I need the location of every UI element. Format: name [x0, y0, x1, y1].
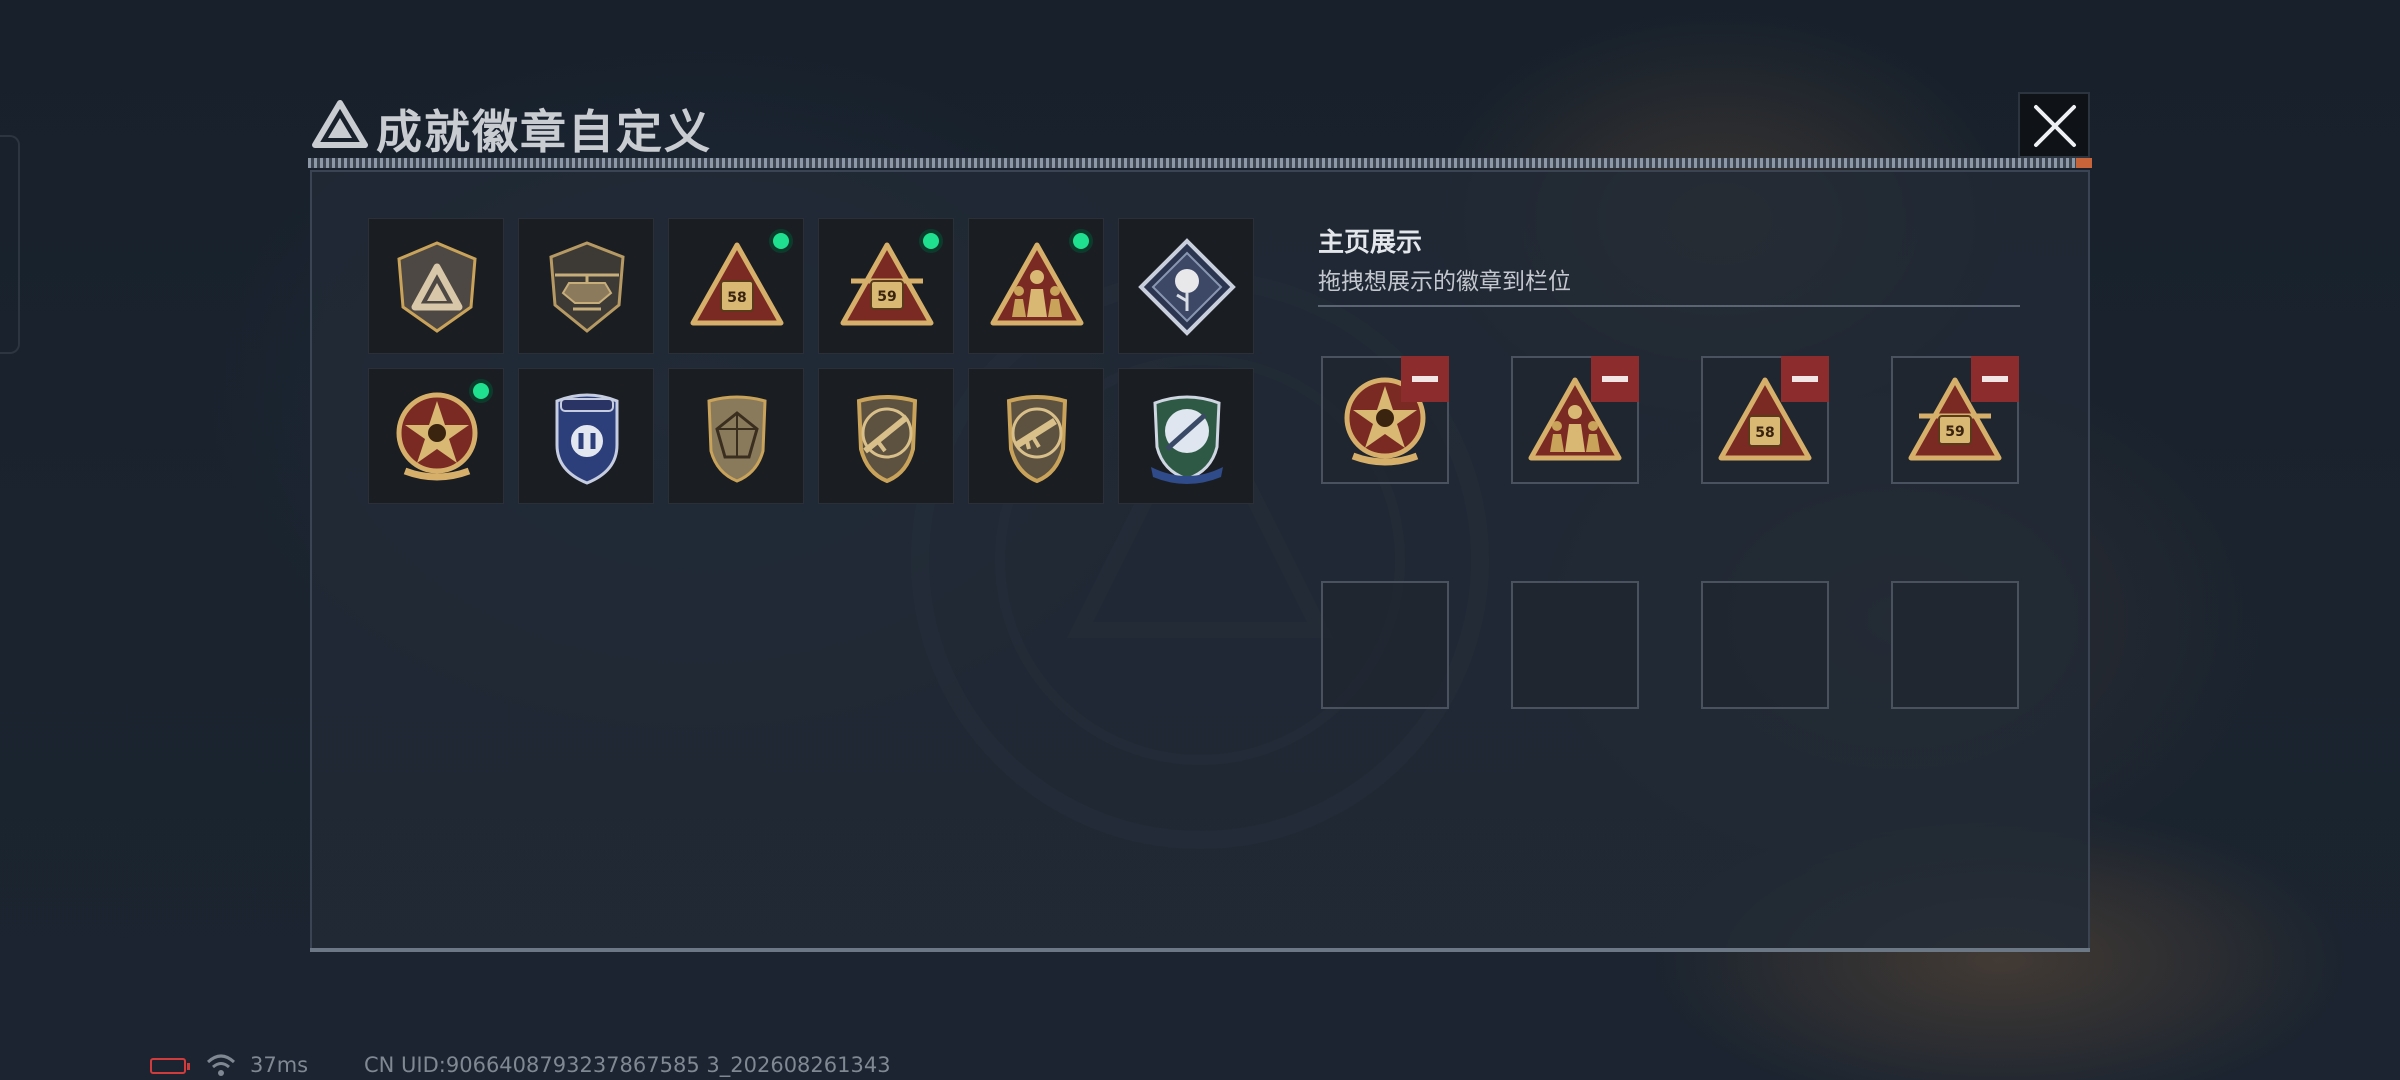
- svg-text:59: 59: [877, 289, 896, 305]
- truck-58-triangle-badge-icon: 58: [690, 242, 784, 326]
- battery-icon: [150, 1058, 190, 1074]
- new-indicator-dot: [469, 379, 493, 403]
- svg-text:58: 58: [727, 290, 746, 306]
- badge-cell[interactable]: [1118, 368, 1254, 504]
- soldiers-triangle-badge-icon: [990, 242, 1084, 326]
- dialog-header: 成就徽章自定义: [300, 92, 2100, 159]
- blue-police-shield-badge-icon: [555, 393, 619, 485]
- remove-badge-button[interactable]: [1591, 356, 1639, 402]
- svg-text:59: 59: [1945, 424, 1964, 440]
- empty-showcase-slot[interactable]: [1321, 581, 1449, 709]
- badge-cell[interactable]: [968, 218, 1104, 354]
- badge-cell[interactable]: [1118, 218, 1254, 354]
- badge-cell[interactable]: [368, 368, 504, 504]
- new-indicator-dot: [1069, 229, 1093, 253]
- rifle-shield-badge-icon: [856, 395, 918, 484]
- badge-cell[interactable]: [518, 368, 654, 504]
- showcase-slots: 58 59: [1321, 356, 2019, 709]
- empty-showcase-slot[interactable]: [1701, 581, 1829, 709]
- panel-bottom-border: [310, 948, 2090, 952]
- smg-shield-badge-icon: [1006, 395, 1068, 484]
- dialog-title: 成就徽章自定义: [376, 105, 712, 159]
- new-indicator-dot: [919, 229, 943, 253]
- svg-text:58: 58: [1755, 425, 1774, 441]
- empty-showcase-slot[interactable]: [1511, 581, 1639, 709]
- close-icon[interactable]: [2032, 103, 2078, 149]
- showcase-divider: [1318, 305, 2020, 307]
- remove-badge-button[interactable]: [1971, 356, 2019, 402]
- badge-cell[interactable]: [818, 368, 954, 504]
- skull-star-medal-badge-icon: [396, 392, 478, 481]
- ping-readout: 37ms: [250, 1053, 309, 1077]
- user-uid: CN UID:9066408793237867585 3_20260826134…: [364, 1053, 891, 1077]
- rose-diamond-badge-icon: [1138, 238, 1236, 336]
- showcase-subtitle: 拖拽想展示的徽章到栏位: [1318, 269, 1571, 295]
- badge-cell[interactable]: 59: [818, 218, 954, 354]
- badge-cell[interactable]: 58: [668, 218, 804, 354]
- remove-badge-button[interactable]: [1781, 356, 1829, 402]
- showcase-slot[interactable]: [1511, 356, 1639, 484]
- triangle-shield-badge-icon: [397, 241, 477, 333]
- wifi-icon: [206, 1054, 236, 1076]
- badge-inventory-grid: 58 59: [368, 218, 1254, 504]
- header-divider-stripe: [308, 158, 2092, 168]
- showcase-slot[interactable]: 58: [1701, 356, 1829, 484]
- showcase-slot[interactable]: 59: [1891, 356, 2019, 484]
- badge-cell[interactable]: [368, 218, 504, 354]
- badge-cell[interactable]: [518, 218, 654, 354]
- helicopter-shield-badge-icon: [549, 241, 625, 333]
- knife-crest-badge-icon: [1151, 395, 1223, 484]
- triangle-logo-icon: [312, 100, 368, 148]
- showcase-title: 主页展示: [1318, 228, 1423, 258]
- vehicle-59-triangle-badge-icon: 59: [840, 242, 934, 326]
- remove-badge-button[interactable]: [1401, 356, 1449, 402]
- badge-cell[interactable]: [668, 368, 804, 504]
- empty-showcase-slot[interactable]: [1891, 581, 2019, 709]
- showcase-slot[interactable]: [1321, 356, 1449, 484]
- side-drawer-handle[interactable]: [0, 135, 20, 354]
- header-divider-accent: [2076, 158, 2092, 168]
- badge-cell[interactable]: [968, 368, 1104, 504]
- close-button[interactable]: [2018, 92, 2090, 158]
- new-indicator-dot: [769, 229, 793, 253]
- gem-shield-badge-icon: [707, 395, 767, 483]
